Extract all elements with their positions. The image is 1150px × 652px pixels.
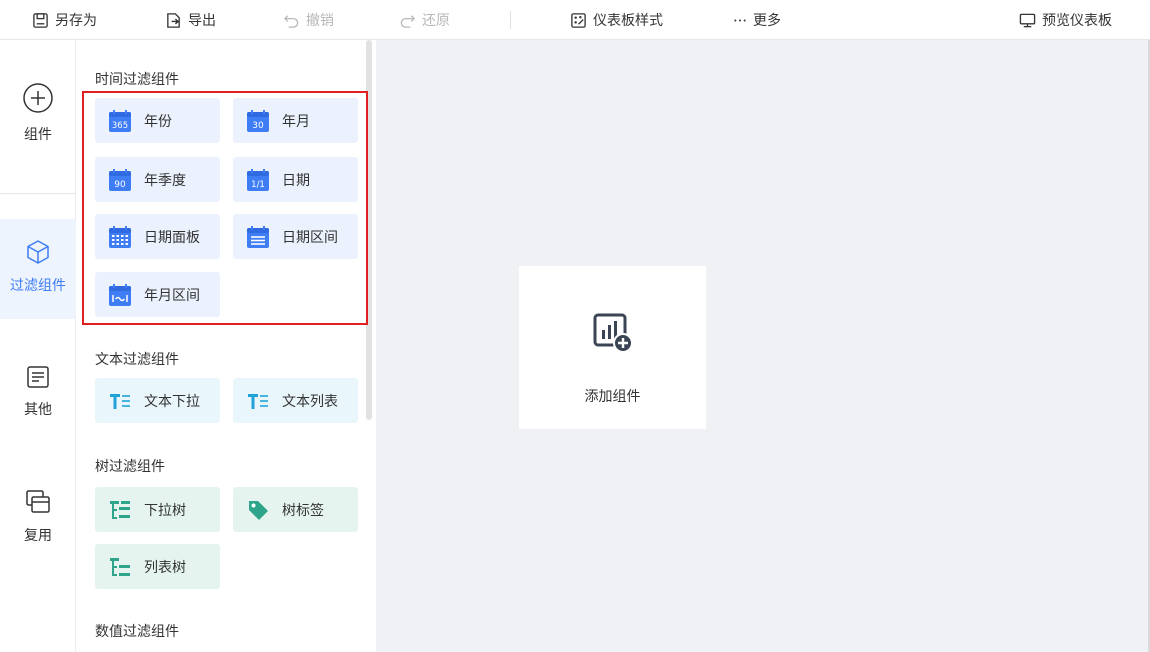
rail-divider [0, 193, 76, 194]
redo-label: 还原 [422, 13, 450, 29]
undo-icon [283, 14, 299, 28]
tree-filter-section-title: 树过滤组件 [95, 459, 165, 475]
add-component-label: 添加组件 [584, 389, 641, 405]
undo-button[interactable]: 撤销 [283, 0, 334, 40]
number-filter-section-title: 数值过滤组件 [95, 624, 179, 640]
more-button[interactable]: 更多 [733, 0, 781, 40]
cube-icon [27, 240, 49, 264]
tag-icon [249, 500, 268, 520]
text-list-icon [248, 393, 268, 409]
rail-item-label: 过滤组件 [10, 278, 66, 294]
text-filter-section-title: 文本过滤组件 [95, 352, 179, 368]
filter-item-label: 树标签 [282, 502, 324, 519]
filter-item-list-tree[interactable]: 列表树 [95, 544, 220, 589]
filter-item-label: 文本列表 [282, 393, 338, 410]
filter-item-label: 文本下拉 [144, 393, 200, 410]
filter-item-dropdown-tree[interactable]: 下拉树 [95, 487, 220, 532]
save-as-button[interactable]: 另存为 [32, 0, 97, 40]
redo-icon [400, 14, 416, 28]
toolbar-divider [510, 11, 511, 29]
time-filter-section-title: 时间过滤组件 [95, 72, 179, 88]
rail-item-reuse[interactable]: 复用 [0, 489, 76, 559]
dashboard-style-label: 仪表板样式 [593, 13, 663, 29]
dashboard-style-button[interactable]: 仪表板样式 [570, 0, 663, 40]
preview-dashboard-button[interactable]: 预览仪表板 [1019, 0, 1112, 40]
palette-icon [571, 12, 586, 28]
add-component-card[interactable]: 添加组件 [519, 266, 706, 429]
preview-dashboard-label: 预览仪表板 [1042, 13, 1112, 29]
filter-item-label: 列表树 [144, 559, 186, 576]
rail-item-other[interactable]: 其他 [0, 365, 76, 435]
copy-stack-icon [26, 490, 50, 513]
more-label: 更多 [753, 13, 781, 29]
filter-item-tree-tag[interactable]: 树标签 [233, 487, 358, 532]
left-rail: 组件 过滤组件 其他 复用 [0, 40, 76, 652]
toolbar: 另存为 导出 撤销 还原 仪表板样式 更多 预览仪表板 [0, 0, 1150, 40]
add-chart-icon [593, 313, 633, 353]
filter-item-text-list[interactable]: 文本列表 [233, 378, 358, 423]
redo-button[interactable]: 还原 [399, 0, 450, 40]
tree-list-icon [110, 557, 130, 576]
export-button[interactable]: 导出 [165, 0, 216, 40]
tree-dropdown-icon [110, 500, 130, 519]
document-icon [27, 366, 49, 388]
rail-item-components[interactable]: 组件 [0, 82, 76, 172]
text-dropdown-icon [110, 393, 130, 409]
save-icon [33, 12, 48, 28]
rail-item-label: 其他 [24, 402, 52, 418]
export-label: 导出 [188, 13, 216, 29]
rail-item-filter-components[interactable]: 过滤组件 [0, 219, 76, 319]
time-filter-highlight-box [82, 91, 368, 325]
plus-circle-icon [23, 83, 53, 113]
dashboard-canvas[interactable] [376, 40, 1148, 652]
filter-item-text-dropdown[interactable]: 文本下拉 [95, 378, 220, 423]
monitor-icon [1019, 13, 1036, 27]
filter-item-label: 下拉树 [144, 502, 186, 519]
rail-item-label: 组件 [24, 127, 52, 143]
save-as-label: 另存为 [55, 13, 97, 29]
more-dots-icon [734, 18, 746, 22]
undo-label: 撤销 [306, 13, 334, 29]
rail-item-label: 复用 [24, 528, 52, 544]
export-icon [167, 12, 180, 28]
